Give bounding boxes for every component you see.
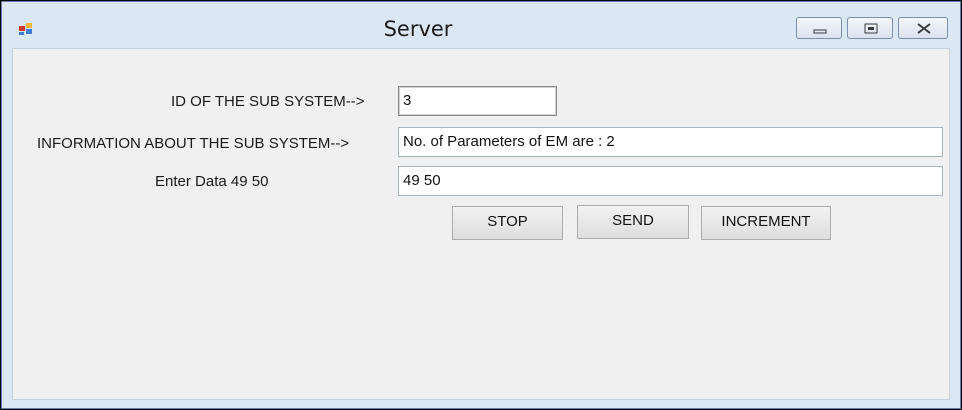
stop-button[interactable]: STOP (452, 206, 563, 240)
window-title: Server (383, 17, 453, 41)
server-window: Server ID OF THE SUB SYSTEM--> 3 INFORMA… (1, 1, 961, 409)
id-label: ID OF THE SUB SYSTEM--> (171, 93, 365, 110)
minimize-button[interactable] (796, 17, 842, 39)
id-input[interactable]: 3 (398, 86, 557, 116)
maximize-icon (864, 23, 878, 34)
info-label: INFORMATION ABOUT THE SUB SYSTEM--> (37, 135, 350, 152)
close-button[interactable] (898, 17, 948, 39)
send-button[interactable]: SEND (577, 205, 689, 239)
minimize-icon (813, 29, 827, 34)
data-input[interactable]: 49 50 (398, 166, 943, 196)
close-icon (917, 23, 931, 34)
form-client-area: ID OF THE SUB SYSTEM--> 3 INFORMATION AB… (12, 48, 950, 400)
data-label: Enter Data 49 50 (155, 173, 269, 190)
maximize-button[interactable] (847, 17, 893, 39)
increment-button[interactable]: INCREMENT (701, 206, 831, 240)
info-input[interactable]: No. of Parameters of EM are : 2 (398, 127, 943, 157)
title-bar[interactable]: Server (2, 2, 960, 48)
